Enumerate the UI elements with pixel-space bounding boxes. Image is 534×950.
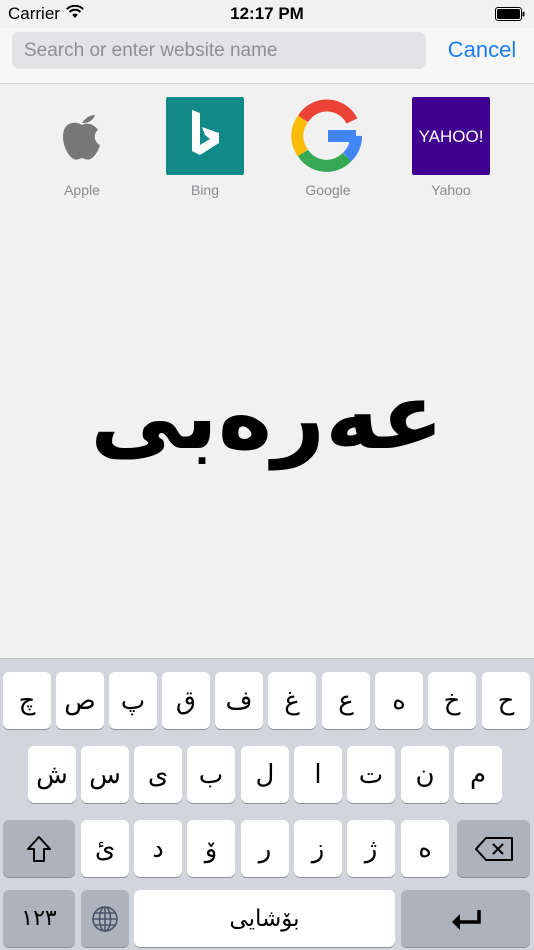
key[interactable]: ل [241,746,289,803]
key[interactable]: ق [162,672,210,729]
key[interactable]: ا [294,746,342,803]
battery-icon [495,7,525,21]
apple-logo-icon [62,115,100,160]
key[interactable]: ب [187,746,235,803]
key[interactable]: ع [322,672,370,729]
address-bar: Cancel [0,28,534,84]
shift-arrow-icon [27,835,51,862]
favorite-label: Google [305,182,351,198]
google-logo-icon [291,99,362,172]
language-title: عەرەبی [90,363,444,470]
key[interactable]: د [134,820,182,877]
globe-key[interactable] [81,890,129,947]
safari-search-screen: Carrier 12:17 PM Cancel Apple [0,0,534,950]
key[interactable]: ت [347,746,395,803]
clock: 12:17 PM [230,4,304,23]
shift-key[interactable] [3,820,75,877]
favorite-bing[interactable]: Bing [157,97,253,207]
key[interactable]: ز [294,820,342,877]
key[interactable]: ۆ [187,820,235,877]
search-input[interactable] [12,32,426,69]
svg-text:YAHOO!: YAHOO! [419,127,484,146]
yahoo-logo-icon: YAHOO! [412,97,490,175]
favorite-yahoo[interactable]: YAHOO! Yahoo [403,97,499,207]
space-bar[interactable]: بۆشایی [134,890,395,947]
key[interactable]: پ [109,672,157,729]
return-arrow-icon [451,909,481,930]
key[interactable]: ە [401,820,449,877]
key[interactable]: ر [241,820,289,877]
kurdish-keyboard: چ ص پ ق ف غ ع ه خ ح ش س ی ب ل ا ت ن م ئ … [0,658,534,950]
numbers-key[interactable]: ١٢٣ [3,890,75,947]
key[interactable]: ص [56,672,104,729]
key[interactable]: ش [28,746,76,803]
key[interactable]: س [81,746,129,803]
key[interactable]: چ [3,672,51,729]
favorite-google[interactable]: Google [280,97,376,207]
favorite-apple[interactable]: Apple [34,97,130,207]
status-bar: Carrier 12:17 PM [0,0,534,28]
favorite-label: Bing [190,182,220,198]
favorite-label: Yahoo [431,182,471,198]
cancel-button[interactable]: Cancel [436,34,528,66]
key[interactable]: ی [134,746,182,803]
key[interactable]: م [454,746,502,803]
backspace-icon [474,836,513,861]
return-key[interactable] [401,890,530,947]
key[interactable]: ه [375,672,423,729]
key[interactable]: خ [428,672,476,729]
key[interactable]: ف [215,672,263,729]
key[interactable]: غ [268,672,316,729]
key[interactable]: ح [482,672,530,729]
globe-icon [92,905,118,932]
favorite-label: Apple [64,182,100,198]
key[interactable]: ژ [347,820,395,877]
key[interactable]: ن [401,746,449,803]
bing-logo-icon [166,97,244,175]
key[interactable]: ئ [81,820,129,877]
delete-key[interactable] [457,820,530,877]
